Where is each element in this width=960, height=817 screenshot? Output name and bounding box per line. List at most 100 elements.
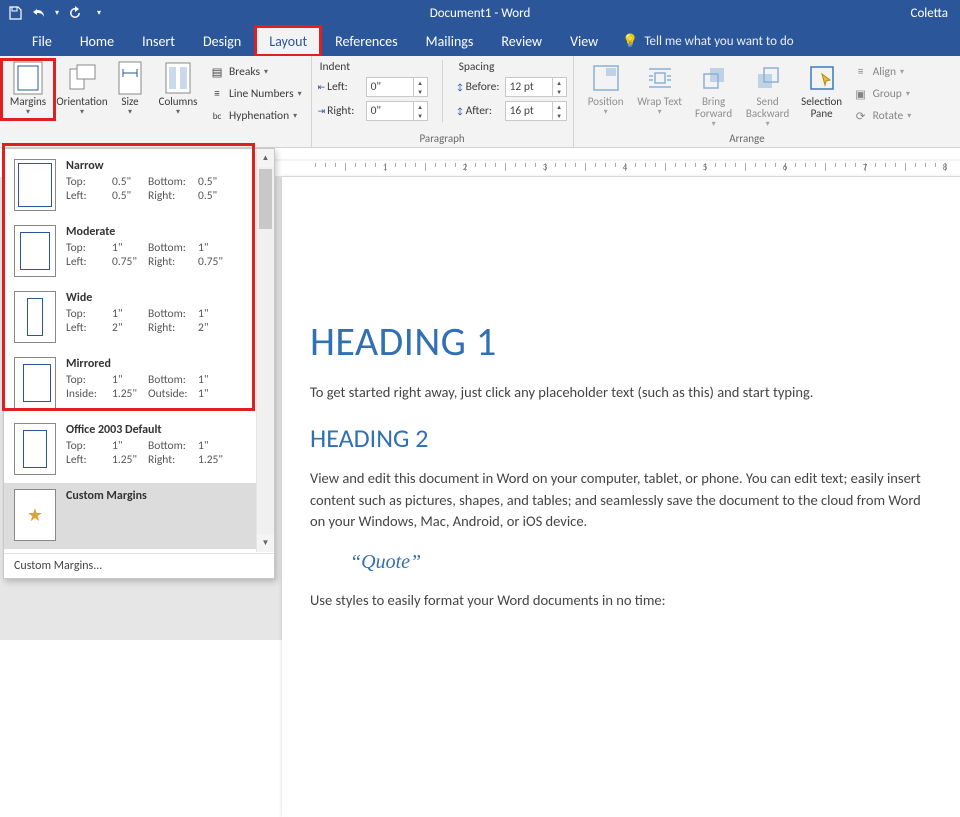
- margin-preset-cell: 0.5": [112, 189, 148, 203]
- margin-preset-thumb: ★: [14, 489, 56, 541]
- body-text-1[interactable]: To get started right away, just click an…: [310, 382, 924, 404]
- heading-1[interactable]: HEADING 1: [310, 317, 924, 366]
- margin-preset-cell: 1": [112, 439, 148, 453]
- line-numbers-button[interactable]: ≡Line Numbers▾: [206, 84, 305, 104]
- spacing-after-input[interactable]: 16 pt▲▼: [505, 101, 567, 121]
- tab-insert[interactable]: Insert: [128, 26, 189, 56]
- dropdown-scrollbar[interactable]: ▲ ▼: [256, 149, 274, 552]
- spinner-icon[interactable]: ▲▼: [413, 102, 427, 120]
- margin-preset-cell: Inside:: [66, 387, 112, 401]
- margin-preset-thumb: [14, 225, 56, 277]
- user-name[interactable]: Coletta: [911, 6, 956, 21]
- horizontal-ruler[interactable]: 12345678: [275, 159, 960, 177]
- tab-home[interactable]: Home: [66, 26, 128, 56]
- margin-preset-cell: 1": [198, 387, 232, 401]
- size-button[interactable]: Size▾: [110, 60, 150, 119]
- breaks-icon: ▤: [209, 64, 225, 80]
- align-button[interactable]: ≡Align▾: [850, 62, 915, 82]
- rotate-button[interactable]: ⟳Rotate▾: [850, 106, 915, 126]
- custom-margins-menu-item[interactable]: Custom Margins...: [4, 553, 274, 578]
- margin-preset-office-2003-default[interactable]: Office 2003 DefaultTop:1"Bottom:1"Left:1…: [4, 417, 256, 483]
- tell-me-label: Tell me what you want to do: [644, 34, 793, 49]
- redo-icon[interactable]: [64, 2, 86, 24]
- tab-layout[interactable]: Layout: [255, 26, 321, 56]
- save-icon[interactable]: [4, 2, 26, 24]
- indent-right-row: ⇥Right: 0"▲▼: [318, 100, 428, 122]
- margin-preset-mirrored[interactable]: MirroredTop:1"Bottom:1"Inside:1.25"Outsi…: [4, 351, 256, 417]
- position-button[interactable]: Position▾: [580, 60, 632, 119]
- tab-file[interactable]: File: [18, 26, 66, 56]
- margin-preset-cell: Right:: [148, 189, 198, 203]
- tab-mailings[interactable]: Mailings: [412, 26, 488, 56]
- group-button[interactable]: ▣Group▾: [850, 84, 915, 104]
- margin-preset-cell: 1": [198, 373, 232, 387]
- spinner-icon[interactable]: ▲▼: [552, 78, 566, 96]
- spacing-after-label: After:: [466, 104, 492, 118]
- qat-customize-icon[interactable]: ▾: [88, 2, 110, 24]
- margin-preset-cell: 1.25": [198, 453, 232, 467]
- orientation-button[interactable]: Orientation▾: [56, 60, 108, 119]
- ribbon-tabs: File Home Insert Design Layout Reference…: [0, 26, 960, 56]
- breaks-button[interactable]: ▤Breaks▾: [206, 62, 305, 82]
- scroll-up-icon[interactable]: ▲: [257, 149, 274, 167]
- spacing-before-input[interactable]: 12 pt▲▼: [505, 77, 567, 97]
- margin-preset-cell: 2": [112, 321, 148, 335]
- scroll-down-icon[interactable]: ▼: [257, 534, 274, 552]
- tab-review[interactable]: Review: [487, 26, 556, 56]
- margins-button[interactable]: Margins▾: [2, 60, 54, 119]
- tab-references[interactable]: References: [321, 26, 411, 56]
- indent-right-input[interactable]: 0"▲▼: [366, 101, 428, 121]
- margin-preset-cell: 1": [112, 307, 148, 321]
- heading-2[interactable]: HEADING 2: [310, 422, 924, 454]
- indent-header: Indent: [318, 60, 428, 74]
- margin-preset-narrow[interactable]: NarrowTop:0.5"Bottom:0.5"Left:0.5"Right:…: [4, 153, 256, 219]
- send-backward-button[interactable]: Send Backward▾: [742, 60, 794, 131]
- spinner-icon[interactable]: ▲▼: [552, 102, 566, 120]
- spacing-before-value: 12 pt: [506, 78, 552, 96]
- body-text-2[interactable]: View and edit this document in Word on y…: [310, 468, 924, 533]
- margin-preset-wide[interactable]: WideTop:1"Bottom:1"Left:2"Right:2": [4, 285, 256, 351]
- margin-preset-thumb: [14, 291, 56, 343]
- align-icon: ≡: [853, 64, 869, 80]
- wrap-text-button[interactable]: Wrap Text▾: [634, 60, 686, 119]
- tell-me-search[interactable]: 💡 Tell me what you want to do: [622, 34, 794, 49]
- margin-preset-moderate[interactable]: ModerateTop:1"Bottom:1"Left:0.75"Right:0…: [4, 219, 256, 285]
- spinner-icon[interactable]: ▲▼: [413, 78, 427, 96]
- selection-pane-label: Selection Pane: [796, 96, 848, 120]
- scroll-thumb[interactable]: [259, 169, 272, 229]
- margin-preset-cell: Left:: [66, 189, 112, 203]
- star-icon: ★: [27, 504, 43, 526]
- ribbon: Margins▾ Orientation▾ Size▾ Columns▾ ▤ Br…: [0, 56, 960, 148]
- margin-preset-custom[interactable]: ★ Custom Margins: [4, 483, 256, 549]
- title-bar: ▾ ▾ Document1 - Word Coletta: [0, 0, 960, 26]
- margin-preset-cell: Left:: [66, 321, 112, 335]
- spacing-header: Spacing: [457, 60, 567, 74]
- margin-preset-cell: 0.75": [112, 255, 148, 269]
- margin-preset-name: Wide: [66, 291, 246, 305]
- margin-preset-cell: 1": [198, 241, 232, 255]
- indent-left-input[interactable]: 0"▲▼: [366, 77, 428, 97]
- columns-button[interactable]: Columns▾: [152, 60, 204, 119]
- spacing-before-label: Before:: [466, 80, 500, 94]
- spacing-before-icon: ↕: [457, 82, 464, 93]
- page[interactable]: HEADING 1 To get started right away, jus…: [282, 177, 960, 817]
- caret-down-icon[interactable]: ▾: [52, 2, 62, 24]
- orientation-icon: [66, 62, 98, 94]
- hyphenation-button[interactable]: bcHyphenation▾: [206, 106, 305, 126]
- selection-pane-button[interactable]: Selection Pane: [796, 60, 848, 122]
- spacing-after-row: ↕After: 16 pt▲▼: [457, 100, 567, 122]
- paragraph-sep: [442, 60, 443, 122]
- group-label-text: Group: [873, 87, 902, 101]
- margin-preset-name: Mirrored: [66, 357, 246, 371]
- body-text-3[interactable]: Use styles to easily format your Word do…: [310, 590, 924, 612]
- quote-text[interactable]: “Quote”: [350, 551, 924, 574]
- tab-view[interactable]: View: [556, 26, 612, 56]
- group-paragraph: Indent ⇤Left: 0"▲▼ ⇥Right: 0"▲▼ Spacing …: [312, 56, 574, 147]
- breaks-label: Breaks: [229, 65, 260, 79]
- tab-design[interactable]: Design: [189, 26, 255, 56]
- margin-preset-cell: 0.5": [198, 175, 232, 189]
- margin-preset-name: Custom Margins: [66, 489, 246, 503]
- indent-left-label: Left:: [327, 80, 348, 94]
- bring-forward-button[interactable]: Bring Forward▾: [688, 60, 740, 131]
- undo-icon[interactable]: [28, 2, 50, 24]
